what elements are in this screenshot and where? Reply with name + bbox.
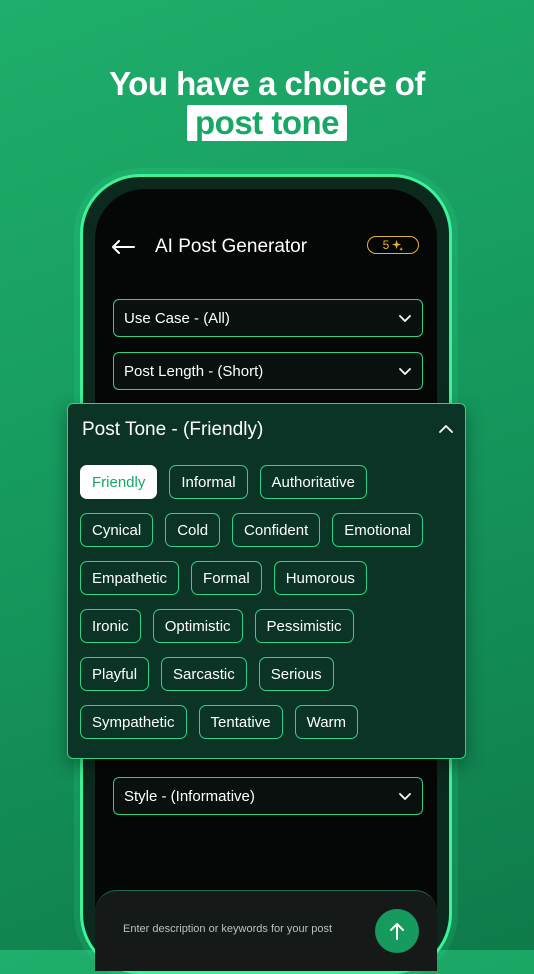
style-select[interactable]: Style - (Informative) — [113, 777, 423, 815]
top-bar: AI Post Generator 5 — [95, 235, 437, 259]
post-tone-label: Post Tone - (Friendly) — [82, 419, 264, 440]
tone-chip-formal[interactable]: Formal — [191, 561, 262, 595]
back-button[interactable] — [111, 235, 137, 259]
arrow-up-icon — [390, 923, 404, 940]
chevron-down-icon — [399, 315, 411, 322]
headline: You have a choice of post tone — [0, 64, 534, 142]
tone-row: Cynical Cold Confident Emotional — [80, 513, 423, 547]
send-button[interactable] — [375, 909, 419, 953]
post-length-value: Post Length - (Short) — [124, 362, 264, 380]
tone-chip-ironic[interactable]: Ironic — [80, 609, 141, 643]
post-tone-dropdown: Post Tone - (Friendly) Friendly Informal A… — [67, 403, 466, 759]
post-tone-header[interactable]: Post Tone - (Friendly) — [82, 418, 455, 442]
tone-chip-playful[interactable]: Playful — [80, 657, 150, 691]
tone-row: Ironic Optimistic Pessimistic — [80, 609, 354, 643]
tone-row: Playful Sarcastic Serious — [80, 657, 334, 691]
headline-highlight: post tone — [187, 105, 347, 141]
credits-count: 5 — [382, 238, 390, 252]
chevron-up-icon — [439, 425, 453, 433]
tone-chip-friendly[interactable]: Friendly — [80, 465, 158, 499]
chevron-down-icon — [399, 793, 411, 800]
tone-chip-sarcastic[interactable]: Sarcastic — [161, 657, 247, 691]
tone-chip-humorous[interactable]: Humorous — [273, 561, 367, 595]
credits-badge[interactable]: 5 — [367, 236, 419, 254]
tone-chip-serious[interactable]: Serious — [258, 657, 334, 691]
use-case-select[interactable]: Use Case - (All) — [113, 299, 423, 337]
chevron-down-icon — [399, 368, 411, 375]
headline-line1: You have a choice of — [109, 65, 425, 102]
tone-chip-empathetic[interactable]: Empathetic — [80, 561, 180, 595]
tone-row: Sympathetic Tentative Warm — [80, 705, 359, 739]
tone-row: Friendly Informal Authoritative — [80, 465, 367, 499]
tone-row: Empathetic Formal Humorous — [80, 561, 367, 595]
tone-chip-emotional[interactable]: Emotional — [332, 513, 423, 547]
tone-chip-optimistic[interactable]: Optimistic — [152, 609, 243, 643]
page-title: AI Post Generator — [155, 236, 308, 257]
style-value: Style - (Informative) — [124, 787, 255, 805]
tone-chip-tentative[interactable]: Tentative — [198, 705, 283, 739]
sparkle-icon — [392, 239, 404, 251]
tone-chip-confident[interactable]: Confident — [232, 513, 321, 547]
post-length-select[interactable]: Post Length - (Short) — [113, 352, 423, 390]
tone-chip-informal[interactable]: Informal — [169, 465, 248, 499]
arrow-left-icon — [112, 240, 135, 254]
tone-chip-sympathetic[interactable]: Sympathetic — [80, 705, 187, 739]
composer: Enter description or keywords for your p… — [95, 890, 437, 971]
tone-chip-cynical[interactable]: Cynical — [80, 513, 154, 547]
tone-chip-authoritative[interactable]: Authoritative — [259, 465, 367, 499]
tone-chip-warm[interactable]: Warm — [294, 705, 359, 739]
tone-chip-cold[interactable]: Cold — [165, 513, 221, 547]
description-input[interactable]: Enter description or keywords for your p… — [123, 923, 332, 935]
tone-chip-pessimistic[interactable]: Pessimistic — [254, 609, 354, 643]
use-case-value: Use Case - (All) — [124, 309, 230, 327]
